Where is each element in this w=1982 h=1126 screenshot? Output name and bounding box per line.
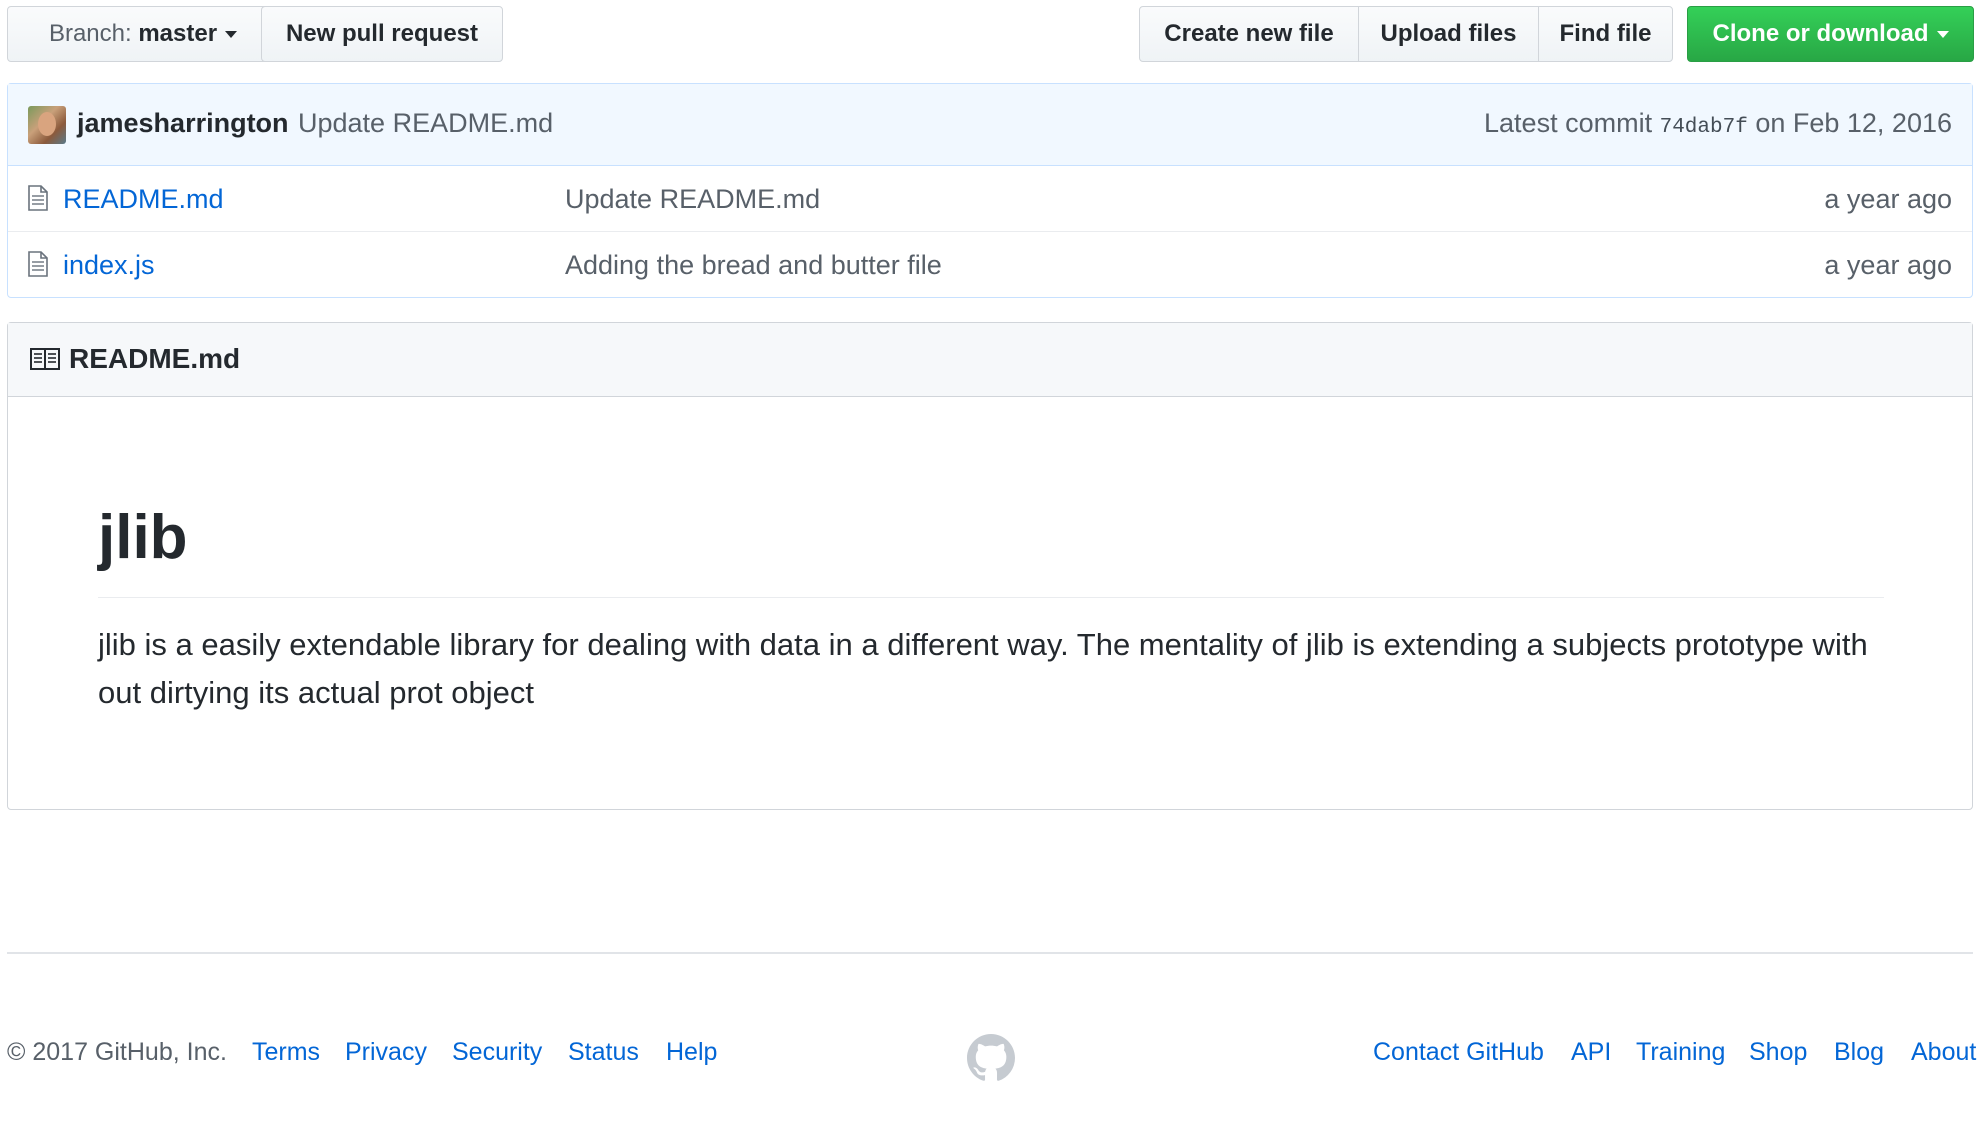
branch-select-button[interactable]: Branch: master [7, 6, 279, 62]
commit-date: on Feb 12, 2016 [1755, 108, 1952, 138]
commit-author-link[interactable]: jamesharrington [77, 108, 289, 139]
create-new-file-button[interactable]: Create new file [1139, 6, 1359, 62]
copyright-text: © 2017 GitHub, Inc. [7, 1038, 227, 1066]
footer-link-status[interactable]: Status [568, 1038, 639, 1067]
file-name-link[interactable]: README.md [63, 184, 224, 215]
readme-title: README.md [69, 343, 241, 374]
readme-header: README.md [8, 323, 1972, 397]
footer-link-shop[interactable]: Shop [1749, 1038, 1807, 1067]
file-icon [28, 185, 48, 211]
clone-or-download-button[interactable]: Clone or download [1687, 6, 1974, 62]
avatar[interactable] [28, 106, 66, 144]
clone-or-download-label: Clone or download [1712, 20, 1929, 47]
latest-commit-prefix: Latest commit [1484, 108, 1653, 138]
commit-message-link[interactable]: Update README.md [298, 108, 553, 139]
footer-link-api[interactable]: API [1571, 1038, 1611, 1067]
chevron-down-icon [225, 30, 238, 38]
branch-prefix-label: Branch: [48, 20, 132, 47]
file-name-link[interactable]: index.js [63, 250, 155, 281]
readme-panel: README.md jlib jlib is a easily extendab… [7, 322, 1973, 810]
footer-link-about[interactable]: About [1911, 1038, 1976, 1067]
file-commit-message-link[interactable]: Update README.md [565, 184, 820, 215]
file-age: a year ago [1824, 250, 1952, 280]
footer-link-contact-github[interactable]: Contact GitHub [1373, 1038, 1544, 1067]
footer-link-security[interactable]: Security [452, 1038, 542, 1067]
footer-link-training[interactable]: Training [1636, 1038, 1725, 1067]
file-icon [28, 251, 48, 277]
github-octocat-icon[interactable] [967, 1034, 1015, 1082]
footer-link-terms[interactable]: Terms [252, 1038, 320, 1067]
commit-sha-link[interactable]: 74dab7f [1660, 116, 1748, 139]
upload-files-button[interactable]: Upload files [1357, 6, 1540, 62]
branch-name-label: master [138, 20, 218, 47]
chevron-down-icon [1936, 30, 1949, 38]
file-table: jamesharrington Update README.md Latest … [7, 83, 1973, 298]
footer-link-privacy[interactable]: Privacy [345, 1038, 427, 1067]
footer-link-blog[interactable]: Blog [1834, 1038, 1884, 1067]
latest-commit-bar: jamesharrington Update README.md Latest … [8, 84, 1972, 166]
file-actions-group: Create new file Upload files Find file [1139, 6, 1673, 62]
latest-commit-info: Latest commit 74dab7f on Feb 12, 2016 [1484, 108, 1952, 139]
site-footer: © 2017 GitHub, Inc. Terms Privacy Securi… [0, 1034, 1982, 1081]
file-commit-message-link[interactable]: Adding the bread and butter file [565, 250, 942, 281]
table-row: index.js Adding the bread and butter fil… [8, 231, 1972, 297]
footer-link-help[interactable]: Help [666, 1038, 717, 1067]
footer-divider [7, 952, 1973, 954]
book-icon [30, 348, 60, 370]
find-file-button[interactable]: Find file [1538, 6, 1673, 62]
file-age: a year ago [1824, 184, 1952, 214]
readme-paragraph: jlib is a easily extendable library for … [98, 627, 1868, 710]
table-row: README.md Update README.md a year ago [8, 166, 1972, 231]
readme-heading: jlib [98, 495, 1884, 598]
new-pull-request-button[interactable]: New pull request [261, 6, 503, 62]
